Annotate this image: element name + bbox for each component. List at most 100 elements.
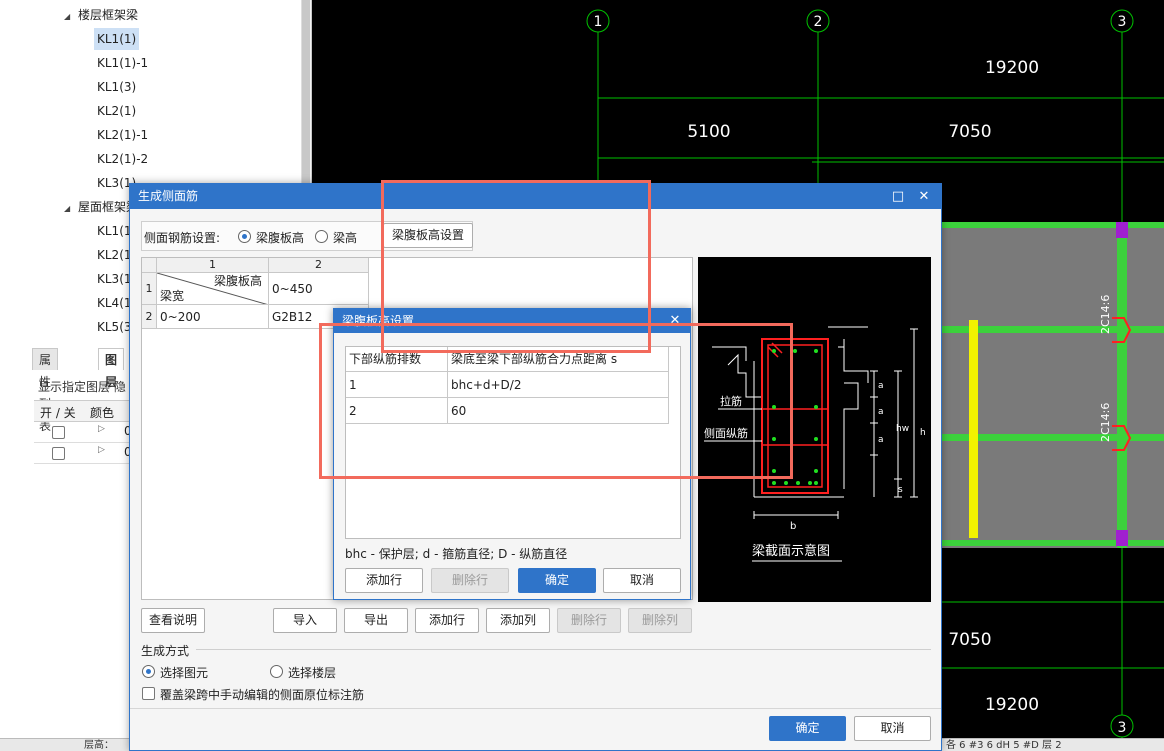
axis-label: 3 <box>1118 720 1127 736</box>
close-icon[interactable]: ✕ <box>913 184 935 209</box>
dim-a: a <box>878 381 884 391</box>
web-height-grid[interactable]: 下部纵筋排数 梁底至梁下部纵筋合力点距离 s 1 bhc+d+D/2 2 60 <box>345 346 681 539</box>
tree-group-roof-beams[interactable]: ◢ 屋面框架梁 <box>64 196 138 218</box>
grid-col-number: 1 <box>157 258 269 273</box>
import-button[interactable]: 导入 <box>273 608 337 633</box>
add-row-button[interactable]: 添加行 <box>345 568 423 593</box>
row-count-cell[interactable]: 1 <box>346 372 448 398</box>
sub-dialog-title: 梁腹板高设置 <box>342 314 415 328</box>
col-on-off: 开 / 关 <box>40 406 76 420</box>
radio-select-floor-label[interactable]: 选择楼层 <box>288 664 336 681</box>
collapse-triangle-icon[interactable]: ◢ <box>64 6 78 28</box>
setting-label: 侧面钢筋设置: <box>144 231 221 245</box>
cover-manual-checkbox[interactable] <box>142 687 155 700</box>
gen-mode-label: 生成方式 <box>141 644 190 658</box>
preview-caption: 梁截面示意图 <box>752 543 830 559</box>
maximize-icon[interactable]: □ <box>887 184 909 209</box>
distance-cell[interactable]: bhc+d+D/2 <box>448 372 669 398</box>
column[interactable] <box>1116 530 1128 546</box>
distance-cell[interactable]: 60 <box>448 398 669 424</box>
axis-label: 2 <box>814 14 823 30</box>
cancel-button[interactable]: 取消 <box>603 568 681 593</box>
tree-item[interactable]: KL2(1)-2 <box>94 148 151 170</box>
dimension-label: 7050 <box>948 630 991 650</box>
dim-b: b <box>790 521 796 532</box>
expand-triangle-icon[interactable]: ▷ <box>98 445 105 455</box>
beam-vertical[interactable] <box>1117 222 1127 548</box>
dim-a: a <box>878 407 884 417</box>
layer-visible-checkbox[interactable] <box>52 426 65 439</box>
radio-select-element-label[interactable]: 选择图元 <box>160 664 208 681</box>
export-button[interactable]: 导出 <box>344 608 408 633</box>
diag-top-label: 梁腹板高 <box>213 274 262 288</box>
dimension-label: 19200 <box>985 58 1039 78</box>
tree-item-kl1-1[interactable]: KL1(1) <box>94 28 140 50</box>
dimension-label: 5100 <box>687 122 730 142</box>
row-count-cell[interactable]: 2 <box>346 398 448 424</box>
dim-s: s <box>898 485 903 495</box>
dim-hw: hw <box>896 424 909 434</box>
collapse-triangle-icon[interactable]: ◢ <box>64 198 78 220</box>
side-rebar-label: 侧面纵筋 <box>704 426 748 440</box>
radio-beam-height-label[interactable]: 梁高 <box>333 229 357 246</box>
sub-dialog-titlebar[interactable]: 梁腹板高设置 ✕ <box>334 309 690 333</box>
rebar-label: 2C14:6 <box>1099 295 1112 334</box>
beam-section-preview: 拉筋 侧面纵筋 a a a hw h s b 梁截面示意图 <box>698 257 931 602</box>
ok-button[interactable]: 确定 <box>769 716 846 741</box>
tree-scrollbar-thumb[interactable] <box>302 0 310 190</box>
tab-property-list[interactable]: 属性列表 <box>32 348 59 433</box>
axis-label: 3 <box>1118 14 1127 30</box>
layer-toolbar[interactable]: 显示指定图层 隐 <box>38 378 126 395</box>
radio-web-height-label[interactable]: 梁腹板高 <box>256 229 304 246</box>
dialog-titlebar[interactable]: 生成侧面筋 □ ✕ <box>130 184 941 209</box>
cover-manual-label[interactable]: 覆盖梁跨中手动编辑的侧面原位标注筋 <box>160 686 364 703</box>
grid-header-cell[interactable]: 0~450 <box>269 273 369 305</box>
dialog-title: 生成侧面筋 <box>138 189 199 203</box>
col-rows-header: 下部纵筋排数 <box>346 347 448 372</box>
tree-item[interactable]: KL1(1)-1 <box>94 52 151 74</box>
add-col-button[interactable]: 添加列 <box>486 608 550 633</box>
grid-row-label-cell[interactable]: 0~200 <box>157 305 269 329</box>
ok-button[interactable]: 确定 <box>518 568 596 593</box>
radio-select-element[interactable] <box>142 665 155 678</box>
column[interactable] <box>1116 222 1128 238</box>
delete-row-button[interactable]: 删除行 <box>557 608 621 633</box>
axis-label: 1 <box>594 14 603 30</box>
cancel-button[interactable]: 取消 <box>854 716 931 741</box>
dimension-label: 19200 <box>985 695 1039 715</box>
status-left: 层高： <box>84 740 114 751</box>
diag-bottom-label: 梁宽 <box>160 289 185 303</box>
dimension-label: 7050 <box>948 122 991 142</box>
view-help-button[interactable]: 查看说明 <box>141 608 205 633</box>
delete-row-button[interactable]: 删除行 <box>431 568 509 593</box>
close-icon[interactable]: ✕ <box>664 309 686 333</box>
grid-col-number: 2 <box>269 258 369 273</box>
expand-triangle-icon[interactable]: ▷ <box>98 424 105 434</box>
grid-row-number: 1 <box>142 273 157 305</box>
beam-yellow[interactable] <box>969 320 978 538</box>
status-right: 各 6 #3 6 dH 5 #D 层 2 <box>946 740 1062 751</box>
tab-layers[interactable]: 图层 <box>98 348 125 389</box>
rebar-label: 2C14:6 <box>1099 403 1112 442</box>
tree-item[interactable]: KL2(1) <box>94 100 139 122</box>
delete-col-button[interactable]: 删除列 <box>628 608 692 633</box>
radio-web-height[interactable] <box>238 230 251 243</box>
col-color: 颜色 <box>90 406 115 420</box>
web-height-setting-dialog: 梁腹板高设置 ✕ 下部纵筋排数 梁底至梁下部纵筋合力点距离 s 1 bhc+d+… <box>333 308 691 600</box>
tree-item[interactable]: KL2(1)-1 <box>94 124 151 146</box>
layer-visible-checkbox[interactable] <box>52 447 65 460</box>
grid-row-number: 2 <box>142 305 157 329</box>
grid-diagonal-header: 梁腹板高 梁宽 <box>157 273 269 305</box>
radio-beam-height[interactable] <box>315 230 328 243</box>
tie-label: 拉筋 <box>720 394 742 408</box>
web-height-setting-button[interactable]: 梁腹板高设置 <box>383 223 473 248</box>
formula-note: bhc - 保护层; d - 箍筋直径; D - 纵筋直径 <box>345 547 568 561</box>
tree-group-floor-beams[interactable]: ◢ 楼层框架梁 <box>64 4 138 26</box>
beam-section-diagram: 拉筋 侧面纵筋 a a a hw h s b 梁截面示意图 <box>704 326 926 562</box>
radio-select-floor[interactable] <box>270 665 283 678</box>
dim-a: a <box>878 435 884 445</box>
tree-item[interactable]: KL1(3) <box>94 76 139 98</box>
dim-h: h <box>920 428 926 438</box>
add-row-button[interactable]: 添加行 <box>415 608 479 633</box>
col-distance-header: 梁底至梁下部纵筋合力点距离 s <box>448 347 669 372</box>
